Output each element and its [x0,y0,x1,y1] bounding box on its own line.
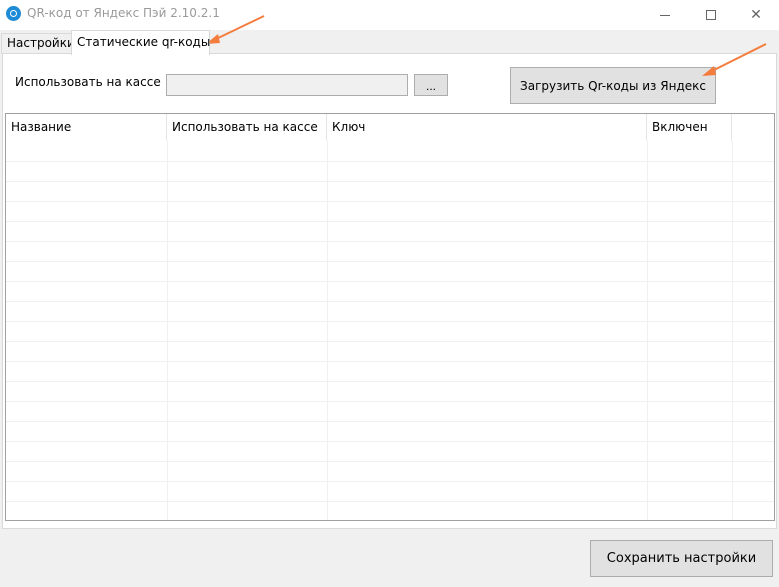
close-button[interactable]: ✕ [733,0,779,30]
grid-row-divider [6,261,774,262]
grid-column-divider [167,141,168,520]
grid-row-divider [6,301,774,302]
column-header-enabled[interactable]: Включен [647,114,732,141]
app-icon [6,6,21,21]
grid-row-divider [6,421,774,422]
use-on-register-input[interactable] [166,74,408,96]
grid-row-divider [6,321,774,322]
column-header-use-on-register[interactable]: Использовать на кассе [167,114,327,141]
tab-panel-static-qr-codes: Использовать на кассе ... Загрузить Qr-к… [2,53,777,529]
column-header-name[interactable]: Название [6,114,167,141]
grid-row-divider [6,381,774,382]
grid-row-divider [6,401,774,402]
grid-row-divider [6,341,774,342]
browse-button[interactable]: ... [414,74,448,96]
grid-row-divider [6,461,774,462]
maximize-button[interactable] [688,0,734,30]
window-title: QR-код от Яндекс Пэй 2.10.2.1 [27,6,220,20]
grid-row-divider [6,501,774,502]
grid-row-divider [6,481,774,482]
minimize-button[interactable] [642,0,688,30]
use-on-register-label: Использовать на кассе [15,75,161,89]
maximize-icon [706,10,716,20]
tab-settings[interactable]: Настройки [1,33,75,54]
grid-row-divider [6,181,774,182]
grid-row-divider [6,221,774,222]
grid-row-divider [6,361,774,362]
grid-row-divider [6,241,774,242]
grid-column-divider [327,141,328,520]
title-bar: QR-код от Яндекс Пэй 2.10.2.1 ✕ [0,0,779,30]
close-icon: ✕ [750,7,762,23]
qr-codes-grid[interactable]: Название Использовать на кассе Ключ Вклю… [5,113,775,521]
grid-row-divider [6,201,774,202]
grid-column-divider [647,141,648,520]
load-qr-codes-button[interactable]: Загрузить Qr-коды из Яндекс [510,67,716,104]
minimize-icon [660,14,670,16]
grid-row-divider [6,441,774,442]
grid-header: Название Использовать на кассе Ключ Вклю… [6,114,774,141]
tab-strip: Настройки Статические qr-коды [0,30,779,55]
grid-row-divider [6,281,774,282]
column-header-key[interactable]: Ключ [327,114,647,141]
grid-row-divider [6,161,774,162]
save-settings-button[interactable]: Сохранить настройки [590,540,773,577]
tab-static-qr-codes[interactable]: Статические qr-коды [71,30,210,55]
grid-column-divider [732,141,733,520]
